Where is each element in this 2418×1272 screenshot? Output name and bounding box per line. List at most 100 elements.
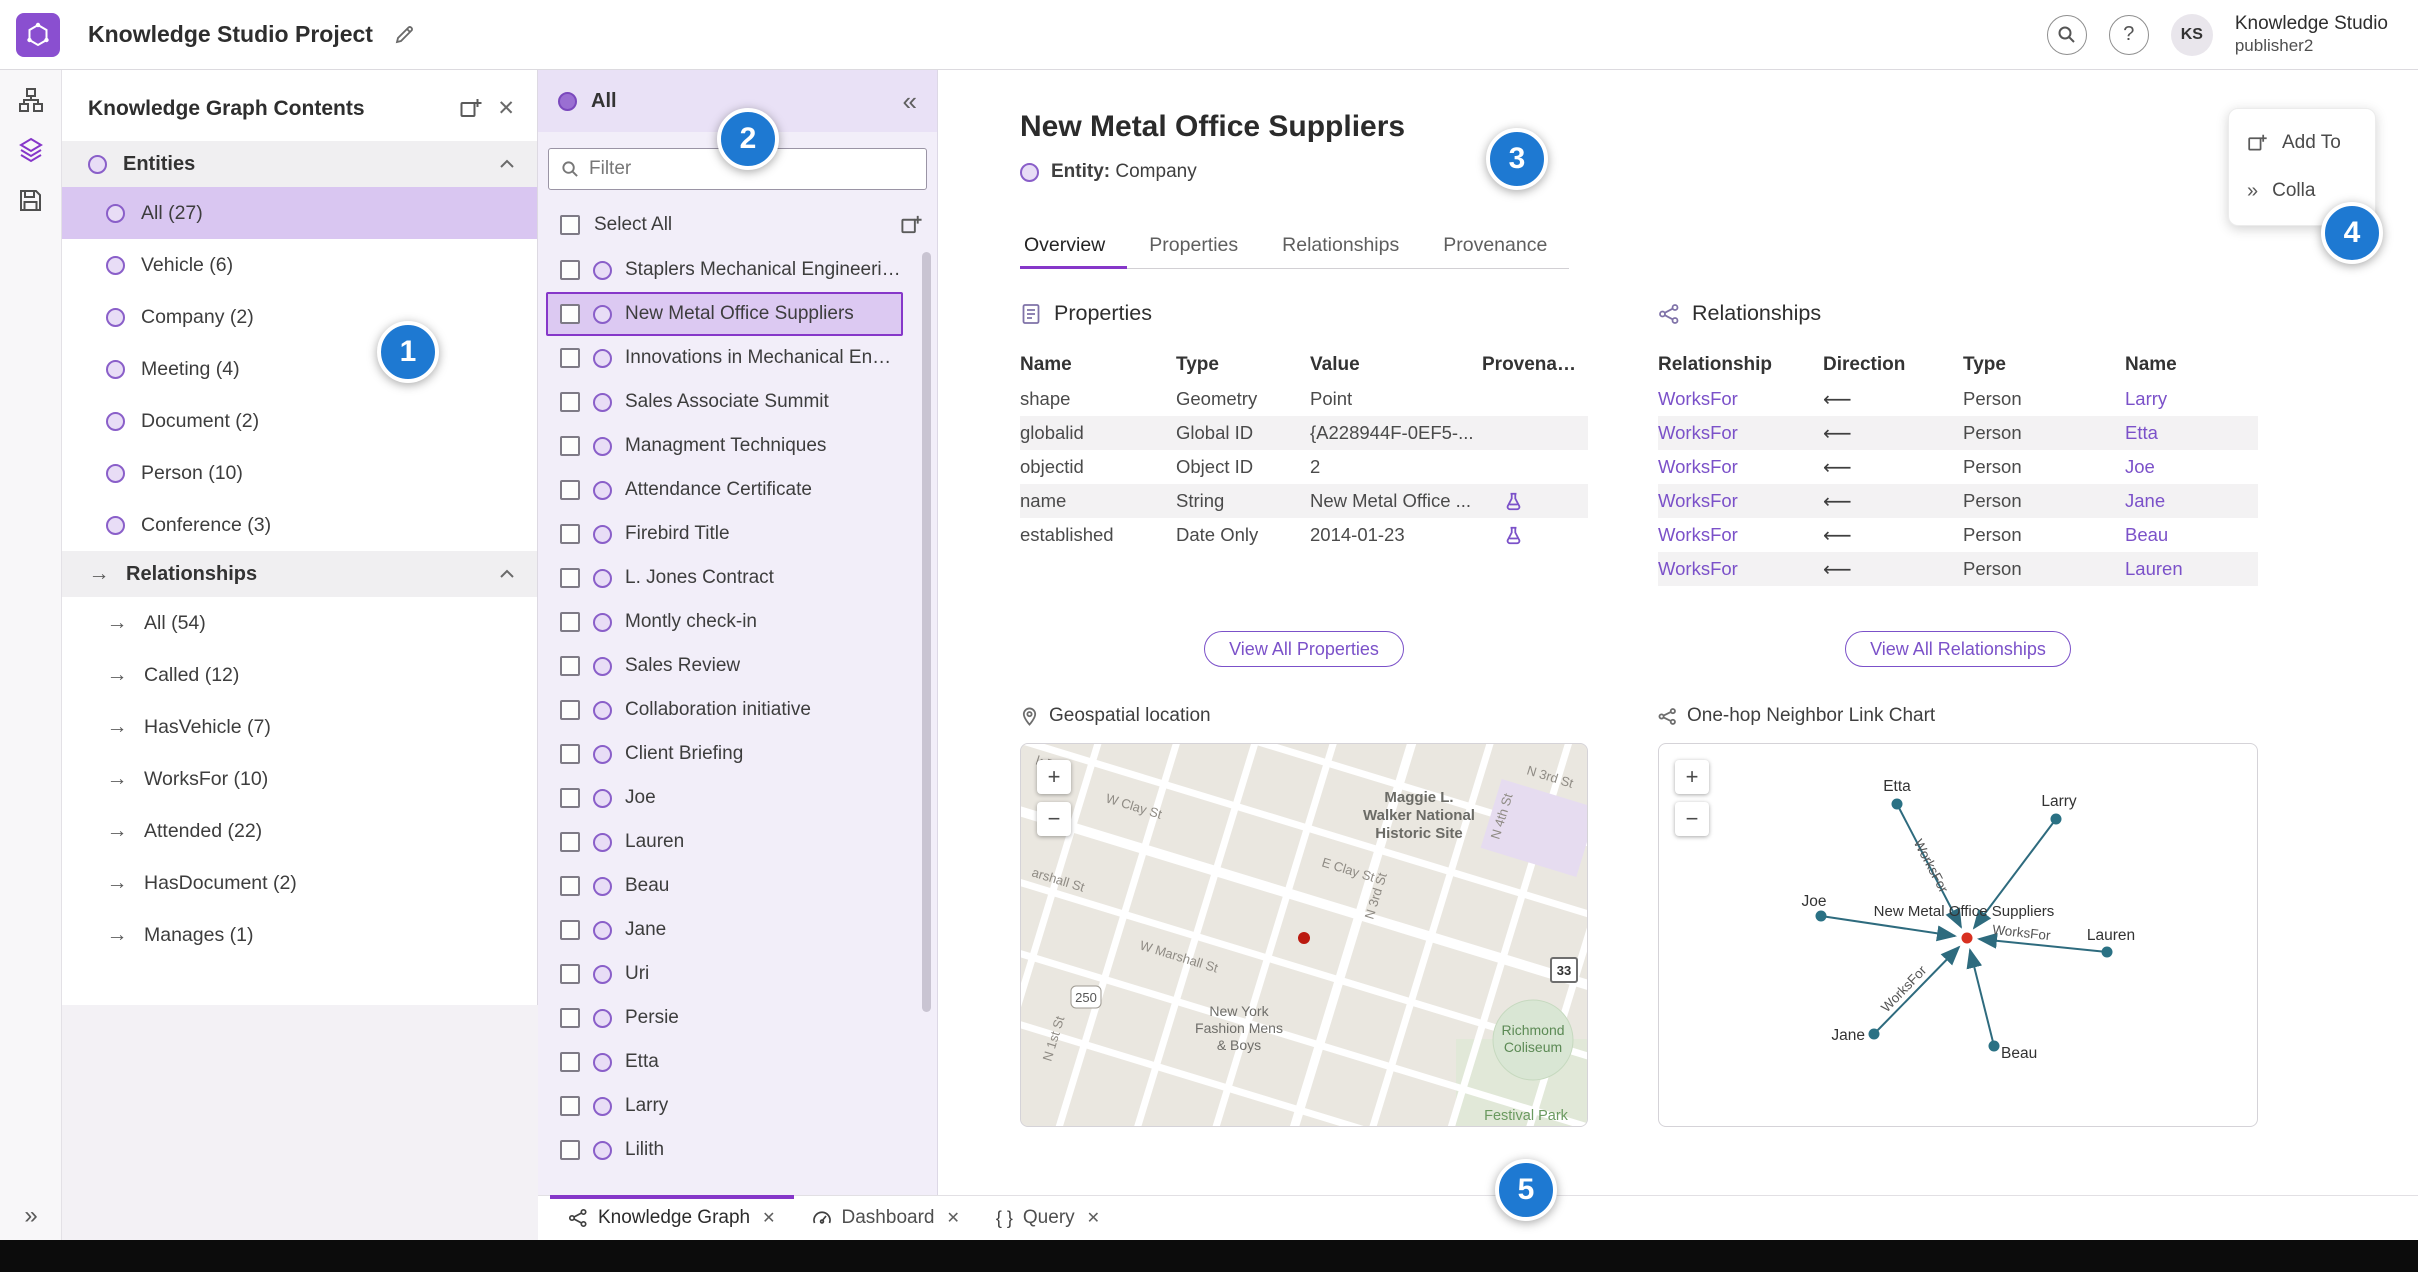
rail-expand-icon[interactable]: » — [0, 1202, 62, 1230]
entity-list-item[interactable]: Innovations in Mechanical Engin... — [546, 336, 903, 380]
link-chart[interactable]: WorksFor WorksFor WorksFor Etta Larry Jo… — [1658, 743, 2258, 1127]
entity-list-item[interactable]: Beau — [546, 864, 903, 908]
relationship-row[interactable]: WorksFor ⟵ Person Jane — [1658, 484, 2258, 518]
entity-list-item[interactable]: Staplers Mechanical Engineering — [546, 248, 903, 292]
entity-checkbox[interactable] — [560, 1008, 580, 1028]
relationship-row[interactable]: WorksFor ⟵ Person Etta — [1658, 416, 2258, 450]
relationship-row[interactable]: WorksFor ⟵ Person Joe — [1658, 450, 2258, 484]
entity-checkbox[interactable] — [560, 920, 580, 940]
add-selection-button[interactable] — [900, 214, 923, 237]
relationship-name-link[interactable]: Joe — [2125, 456, 2258, 478]
provenance-flask-icon[interactable] — [1504, 526, 1580, 545]
entity-checkbox[interactable] — [560, 612, 580, 632]
account-info[interactable]: Knowledge Studio publisher2 — [2235, 13, 2388, 56]
view-all-properties-button[interactable]: View All Properties — [1204, 631, 1404, 667]
relationship-link[interactable]: WorksFor — [1658, 524, 1823, 546]
entity-checkbox[interactable] — [560, 436, 580, 456]
relationship-name-link[interactable]: Larry — [2125, 388, 2258, 410]
detail-tab[interactable]: Relationships — [1260, 224, 1421, 269]
entity-list-item[interactable]: Joe — [546, 776, 903, 820]
entity-checkbox[interactable] — [560, 524, 580, 544]
help-button[interactable]: ? — [2108, 14, 2149, 55]
scrollbar-thumb[interactable] — [922, 252, 931, 1012]
relationship-name-link[interactable]: Lauren — [2125, 558, 2258, 580]
entity-list-item[interactable]: New Metal Office Suppliers — [546, 292, 903, 336]
entity-list-item[interactable]: Jane — [546, 908, 903, 952]
entity-list-item[interactable]: Uri — [546, 952, 903, 996]
entity-list-item[interactable]: Collaboration initiative — [546, 688, 903, 732]
entity-list-item[interactable]: Lauren — [546, 820, 903, 864]
property-row[interactable]: established Date Only 2014-01-23 — [1020, 518, 1588, 552]
entity-checkbox[interactable] — [560, 392, 580, 412]
avatar[interactable]: KS — [2170, 13, 2213, 56]
relationship-filter-item[interactable]: → HasVehicle (7) — [62, 701, 537, 753]
relationship-row[interactable]: WorksFor ⟵ Person Larry — [1658, 382, 2258, 416]
map-zoom-in-button[interactable]: + — [1037, 760, 1071, 794]
entity-filter-item[interactable]: Document (2) — [62, 395, 537, 447]
entity-checkbox[interactable] — [560, 788, 580, 808]
entity-list-item[interactable]: Attendance Certificate — [546, 468, 903, 512]
relationship-name-link[interactable]: Etta — [2125, 422, 2258, 444]
property-row[interactable]: objectid Object ID 2 — [1020, 450, 1588, 484]
detail-tab[interactable]: Overview — [1020, 224, 1128, 269]
entity-checkbox[interactable] — [560, 744, 580, 764]
relationship-filter-item[interactable]: → WorksFor (10) — [62, 753, 537, 805]
detail-tab[interactable]: Properties — [1127, 224, 1260, 269]
tab-knowledge-graph[interactable]: Knowledge Graph ✕ — [550, 1195, 794, 1240]
map-zoom-out-button[interactable]: − — [1037, 802, 1071, 836]
relationship-link[interactable]: WorksFor — [1658, 388, 1823, 410]
entity-checkbox[interactable] — [560, 568, 580, 588]
relationship-link[interactable]: WorksFor — [1658, 456, 1823, 478]
close-tab-icon[interactable]: ✕ — [946, 1208, 959, 1228]
entity-checkbox[interactable] — [560, 348, 580, 368]
entity-checkbox[interactable] — [560, 832, 580, 852]
collapse-panel-button[interactable]: « — [903, 86, 917, 117]
entity-checkbox[interactable] — [560, 260, 580, 280]
chart-zoom-out-button[interactable]: − — [1675, 802, 1709, 836]
entity-list-item[interactable]: L. Jones Contract — [546, 556, 903, 600]
rail-layers-icon[interactable] — [11, 130, 51, 170]
tab-query[interactable]: { } Query ✕ — [978, 1196, 1118, 1240]
edit-title-button[interactable] — [393, 24, 415, 46]
property-row[interactable]: name String New Metal Office ... — [1020, 484, 1588, 518]
close-tab-icon[interactable]: ✕ — [1087, 1208, 1100, 1228]
entity-list-item[interactable]: Persie — [546, 996, 903, 1040]
add-to-menu-item[interactable]: Add To — [2229, 119, 2375, 167]
entity-filter-item[interactable]: Conference (3) — [62, 499, 537, 551]
entity-checkbox[interactable] — [560, 1140, 580, 1160]
relationship-filter-item[interactable]: → HasDocument (2) — [62, 857, 537, 909]
relationships-section-header[interactable]: → Relationships — [62, 551, 537, 597]
entity-list-item[interactable]: Etta — [546, 1040, 903, 1084]
entity-list-item[interactable]: Lilith — [546, 1128, 903, 1172]
close-tab-icon[interactable]: ✕ — [762, 1208, 775, 1228]
entity-checkbox[interactable] — [560, 700, 580, 720]
app-logo-icon[interactable] — [16, 12, 60, 57]
geospatial-map[interactable]: Maggie L. Walker National Historic Site … — [1020, 743, 1588, 1127]
relationship-row[interactable]: WorksFor ⟵ Person Beau — [1658, 518, 2258, 552]
entity-filter-item[interactable]: All (27) — [62, 187, 537, 239]
tab-dashboard[interactable]: Dashboard ✕ — [794, 1196, 978, 1240]
close-panel-button[interactable]: ✕ — [497, 96, 515, 121]
entity-checkbox[interactable] — [560, 876, 580, 896]
entity-checkbox[interactable] — [560, 964, 580, 984]
relationship-name-link[interactable]: Beau — [2125, 524, 2258, 546]
entity-filter-item[interactable]: Vehicle (6) — [62, 239, 537, 291]
relationship-link[interactable]: WorksFor — [1658, 558, 1823, 580]
entity-filter-item[interactable]: Meeting (4) — [62, 343, 537, 395]
entity-filter-item[interactable]: Person (10) — [62, 447, 537, 499]
entity-checkbox[interactable] — [560, 1052, 580, 1072]
relationship-row[interactable]: WorksFor ⟵ Person Lauren — [1658, 552, 2258, 586]
relationship-filter-item[interactable]: → All (54) — [62, 597, 537, 649]
add-to-new-button[interactable] — [459, 97, 483, 121]
entity-list-item[interactable]: Managment Techniques — [546, 424, 903, 468]
entity-filter-item[interactable]: Company (2) — [62, 291, 537, 343]
relationship-link[interactable]: WorksFor — [1658, 490, 1823, 512]
relationship-link[interactable]: WorksFor — [1658, 422, 1823, 444]
rail-data-model-icon[interactable] — [11, 80, 51, 120]
entity-list-item[interactable]: Client Briefing — [546, 732, 903, 776]
property-row[interactable]: shape Geometry Point — [1020, 382, 1588, 416]
entity-checkbox[interactable] — [560, 1096, 580, 1116]
entity-list-item[interactable]: Sales Review — [546, 644, 903, 688]
rail-save-icon[interactable] — [11, 180, 51, 220]
list-scrollbar[interactable] — [922, 252, 931, 1195]
